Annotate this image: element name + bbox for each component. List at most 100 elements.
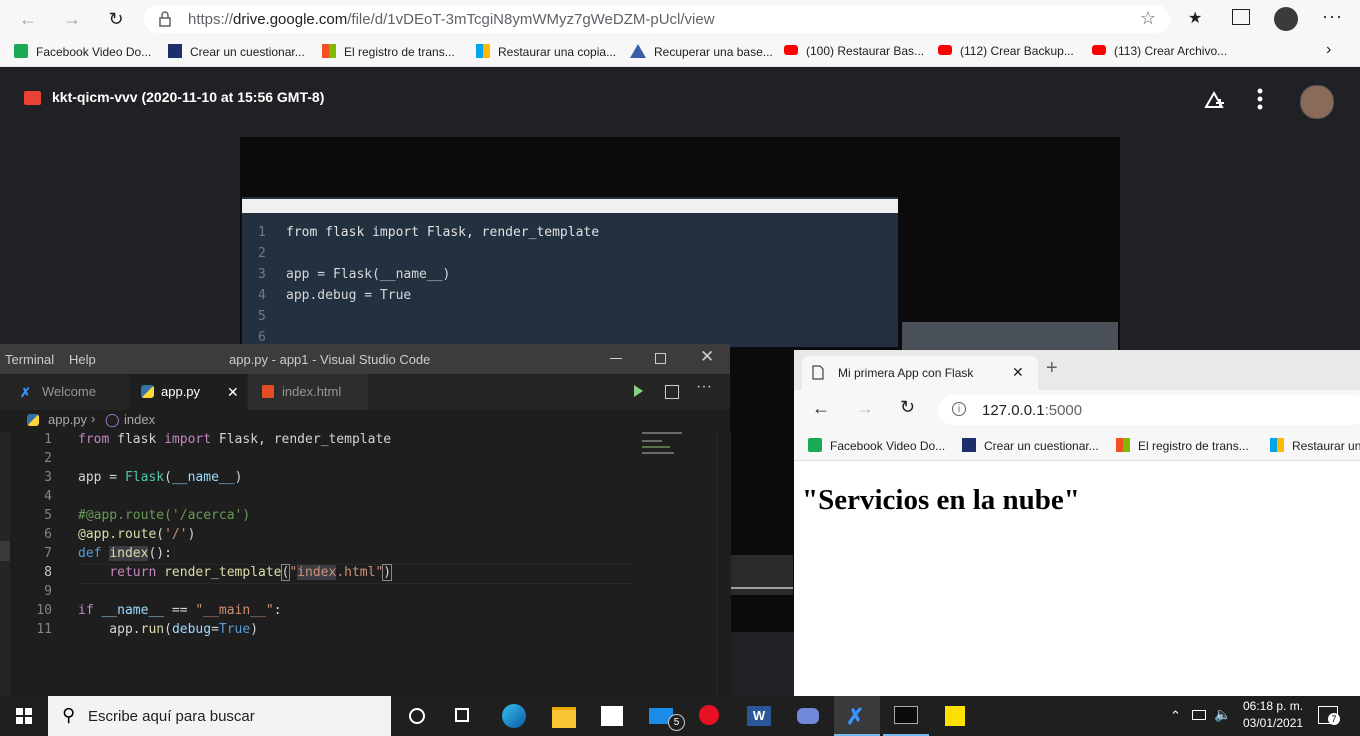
run-icon[interactable] — [634, 385, 643, 397]
taskbar: ⚲ Escribe aquí para buscar 5 W ✗ ⌃ 🔈 06:… — [0, 696, 1360, 736]
code-line[interactable]: 3 app = Flask(__name__) — [0, 468, 720, 487]
taskbar-search[interactable]: ⚲ Escribe aquí para buscar — [48, 696, 391, 736]
menu-terminal[interactable]: Terminal — [5, 352, 54, 367]
address-bar[interactable]: i 127.0.0.1:5000 — [938, 395, 1360, 425]
tab-index-html[interactable]: index.html — [248, 374, 368, 410]
forms-icon — [168, 44, 182, 58]
microsoft-icon — [476, 44, 490, 58]
chevron-right-icon[interactable]: › — [1326, 41, 1331, 59]
word-icon[interactable]: W — [736, 696, 782, 736]
bookmark-item[interactable]: Restaurar una copia... — [476, 44, 616, 59]
menu-help[interactable]: Help — [69, 352, 96, 367]
sticky-notes-icon[interactable] — [932, 696, 978, 736]
mail-badge: 5 — [668, 714, 685, 731]
microsoft-icon — [1116, 438, 1130, 452]
code-line[interactable]: 8 return render_template("index.html") — [0, 563, 720, 582]
store-icon[interactable] — [589, 696, 635, 736]
network-icon[interactable] — [1192, 710, 1206, 720]
terminal-icon[interactable] — [883, 696, 929, 736]
address-bar[interactable]: https://drive.google.com/file/d/1vDEoT-3… — [144, 5, 1170, 33]
cortana-icon[interactable] — [393, 696, 439, 736]
volume-icon[interactable]: 🔈 — [1214, 706, 1231, 723]
breadcrumb: app.py › ◯ index — [0, 410, 730, 432]
bookmark-item[interactable]: (112) Crear Backup... — [938, 44, 1074, 58]
file-explorer-icon[interactable] — [541, 696, 587, 736]
forms-icon — [962, 438, 976, 452]
url-text[interactable]: 127.0.0.1:5000 — [982, 402, 1082, 419]
tab-app-py[interactable]: app.py ✕ — [129, 374, 247, 410]
file-title: kkt-qicm-vvv (2020-11-10 at 15:56 GMT-8) — [52, 89, 325, 105]
tab-welcome[interactable]: ✗ Welcome — [0, 374, 128, 410]
bookmark-item[interactable]: Facebook Video Do... — [808, 438, 945, 453]
forward-button[interactable]: → — [856, 398, 874, 419]
back-button[interactable]: ← — [16, 7, 40, 31]
collections-icon[interactable] — [1232, 9, 1250, 25]
more-icon[interactable]: ··· — [1322, 6, 1343, 27]
bookmark-item[interactable]: Crear un cuestionar... — [168, 44, 305, 59]
forward-button[interactable]: → — [60, 7, 84, 31]
info-icon[interactable]: i — [952, 402, 966, 416]
code-line[interactable]: 4 — [0, 487, 720, 506]
avatar[interactable] — [1274, 7, 1298, 31]
bookmark-item[interactable]: El registro de trans... — [322, 44, 455, 59]
webcam-thumbnail — [902, 322, 1118, 352]
bookmark-item[interactable]: (100) Restaurar Bas... — [784, 44, 924, 58]
bookmark-item[interactable]: (113) Crear Archivo... — [1092, 44, 1227, 58]
minimize-icon[interactable] — [610, 358, 622, 359]
code-line[interactable]: 11 app.run(debug=True) — [0, 620, 720, 639]
code-line[interactable]: 10 if __name__ == "__main__": — [0, 601, 720, 620]
clock-date[interactable]: 03/01/2021 — [1243, 716, 1303, 730]
bookmark-item[interactable]: El registro de trans... — [1116, 438, 1249, 453]
vscode-taskbar-icon[interactable]: ✗ — [834, 696, 880, 736]
windows-start-icon[interactable] — [16, 708, 32, 724]
video-progress-bar[interactable] — [730, 587, 793, 589]
code-line[interactable]: 2 — [0, 449, 720, 468]
media-player-icon[interactable] — [687, 696, 733, 736]
bookmark-item[interactable]: Restaurar un — [1270, 438, 1360, 453]
new-tab-icon[interactable]: + — [1046, 357, 1058, 380]
breadcrumb-file[interactable]: app.py — [48, 412, 87, 427]
refresh-button[interactable]: ↻ — [900, 397, 915, 418]
star-icon[interactable]: ☆ — [1140, 8, 1156, 29]
more-actions-icon[interactable]: ··· — [696, 378, 712, 396]
browser-tab[interactable]: Mi primera App con Flask ✕ — [802, 356, 1038, 390]
back-button[interactable]: ← — [812, 398, 830, 419]
vscode-window: Terminal Help app.py - app1 - Visual Stu… — [0, 344, 731, 696]
drive-viewer-header: kkt-qicm-vvv (2020-11-10 at 15:56 GMT-8)… — [0, 67, 1360, 137]
code-line[interactable]: 7 def index(): — [0, 544, 720, 563]
mail-icon[interactable]: 5 — [638, 696, 685, 736]
vscode-titlebar: Terminal Help app.py - app1 - Visual Stu… — [0, 344, 730, 374]
close-tab-icon[interactable]: ✕ — [227, 374, 239, 410]
add-to-drive-icon[interactable] — [1202, 89, 1226, 111]
discord-icon[interactable] — [785, 696, 831, 736]
url-text[interactable]: https://drive.google.com/file/d/1vDEoT-3… — [188, 11, 715, 28]
account-avatar[interactable] — [1300, 85, 1334, 119]
download-icon — [14, 44, 28, 58]
tab-title: Mi primera App con Flask — [838, 366, 974, 380]
triangle-icon — [630, 44, 646, 58]
chevron-up-icon[interactable]: ⌃ — [1170, 708, 1181, 724]
code-line[interactable]: 9 — [0, 582, 720, 601]
code-line[interactable]: 1 from flask import Flask, render_templat… — [0, 430, 720, 449]
bookmark-item[interactable]: Recuperar una base... — [630, 44, 773, 59]
close-tab-icon[interactable]: ✕ — [1012, 364, 1024, 381]
code-line[interactable]: 5 #@app.route('/acerca') — [0, 506, 720, 525]
maximize-icon[interactable] — [655, 353, 666, 364]
refresh-button[interactable]: ↻ — [104, 7, 128, 31]
edge-icon[interactable] — [491, 696, 537, 736]
bookmarks-bar: Facebook Video Do... Crear un cuestionar… — [0, 38, 1360, 67]
favorites-icon[interactable]: ★ — [1188, 8, 1202, 28]
clock-time[interactable]: 06:18 p. m. — [1243, 699, 1303, 713]
more-options-icon[interactable]: • • • — [1254, 82, 1266, 116]
breadcrumb-symbol[interactable]: index — [124, 412, 155, 427]
bookmark-item[interactable]: Crear un cuestionar... — [962, 438, 1099, 453]
split-editor-icon[interactable] — [665, 385, 679, 399]
notifications-icon[interactable]: 7 — [1318, 706, 1340, 725]
chevron-right-icon: › — [91, 411, 96, 426]
code-line[interactable]: 6 @app.route('/') — [0, 525, 720, 544]
python-icon — [141, 385, 154, 398]
close-icon[interactable]: ✕ — [700, 347, 714, 367]
bookmark-item[interactable]: Facebook Video Do... — [14, 44, 151, 59]
video-file-icon — [24, 91, 41, 105]
task-view-icon[interactable] — [440, 696, 486, 736]
